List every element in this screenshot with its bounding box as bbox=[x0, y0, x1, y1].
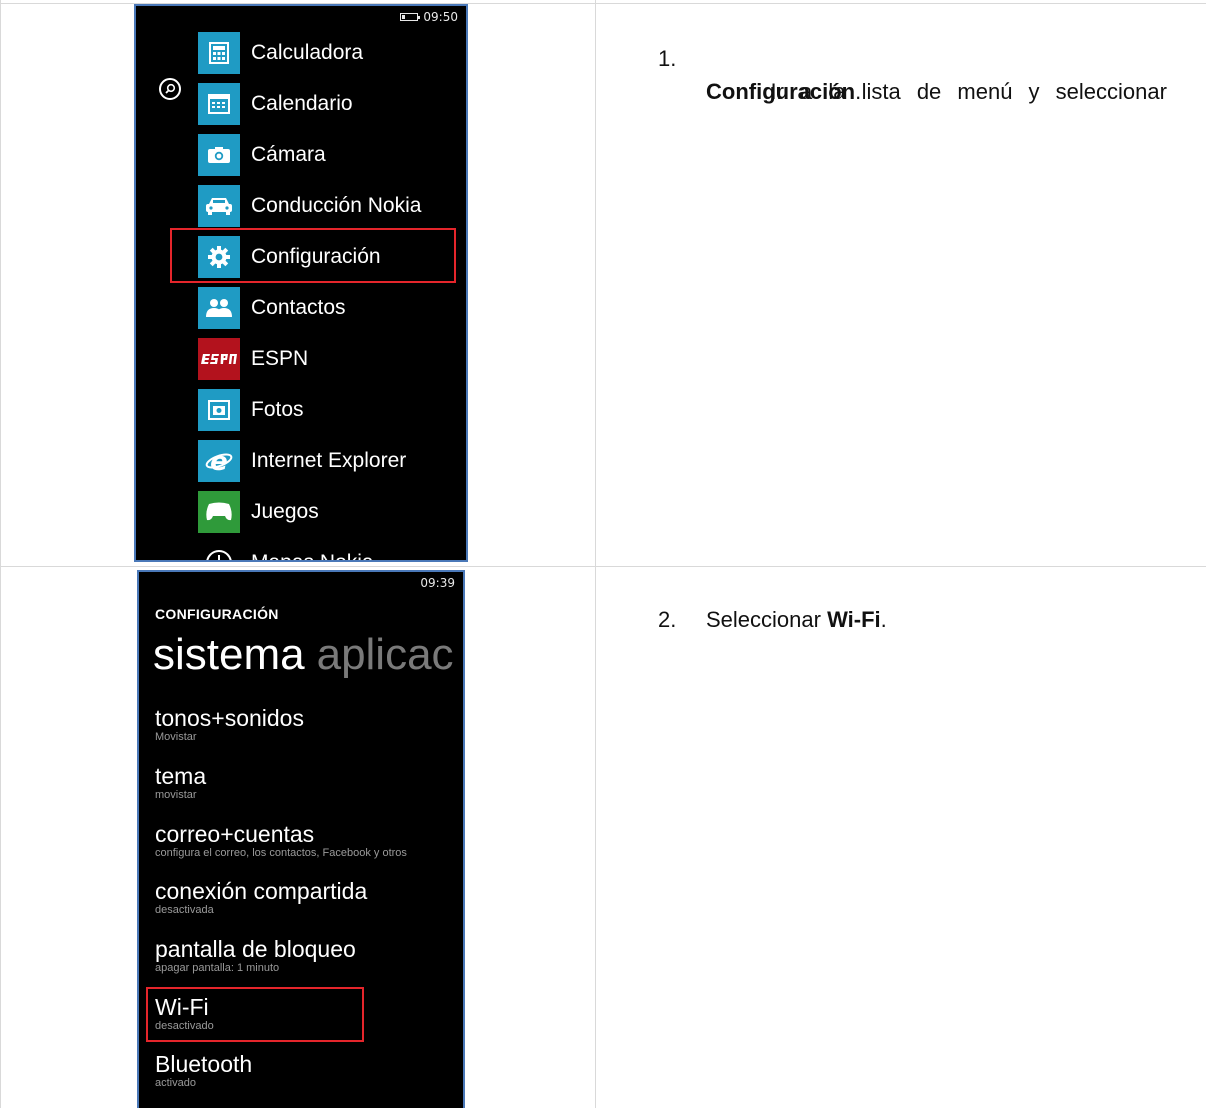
app-label: Cámara bbox=[251, 143, 326, 166]
app-label: Contactos bbox=[251, 296, 346, 319]
step-number: 1. bbox=[658, 46, 677, 71]
setting-subtitle: configura el correo, los contactos, Face… bbox=[155, 847, 407, 859]
app-item-mapas-nokia[interactable]: Mapas Nokia bbox=[198, 542, 374, 560]
step-text-line2: Configuración. bbox=[706, 75, 861, 108]
step-text: Seleccionar Wi-Fi. bbox=[706, 603, 887, 636]
status-bar: 09:50 bbox=[400, 10, 458, 24]
search-icon[interactable] bbox=[159, 78, 181, 100]
calculator-icon bbox=[198, 32, 240, 74]
step-bold-term: Configuración bbox=[706, 79, 856, 104]
app-item-fotos[interactable]: Fotos bbox=[198, 389, 304, 431]
highlight-configuracion bbox=[170, 228, 456, 283]
table-column-divider bbox=[595, 0, 596, 1108]
setting-title: Bluetooth bbox=[155, 1051, 253, 1077]
people-icon bbox=[198, 287, 240, 329]
table-row-divider bbox=[0, 566, 1206, 567]
step-number: 2. bbox=[658, 607, 677, 632]
setting-title: correo+cuentas bbox=[155, 821, 315, 847]
svg-text:e: e bbox=[210, 448, 228, 474]
calendar-icon bbox=[198, 83, 240, 125]
setting-bluetooth[interactable]: Bluetooth activado bbox=[155, 1051, 252, 1090]
setting-title: tema bbox=[155, 763, 207, 789]
step-punctuation: . bbox=[855, 79, 862, 104]
photos-icon bbox=[198, 389, 240, 431]
app-label: Internet Explorer bbox=[251, 449, 407, 472]
step-punctuation: . bbox=[880, 607, 887, 632]
setting-subtitle: apagar pantalla: 1 minuto bbox=[155, 962, 280, 974]
app-item-contactos[interactable]: Contactos bbox=[198, 287, 346, 329]
setting-subtitle: movistar bbox=[155, 789, 197, 801]
step-bold-term: Wi-Fi bbox=[827, 607, 881, 632]
app-label: ESPN bbox=[251, 347, 309, 370]
maps-icon bbox=[198, 542, 240, 560]
xbox-games-icon bbox=[198, 491, 240, 533]
app-label: Calendario bbox=[251, 92, 353, 115]
app-label: Fotos bbox=[251, 398, 304, 421]
car-icon bbox=[198, 185, 240, 227]
camera-icon bbox=[198, 134, 240, 176]
setting-pantalla-de-bloqueo[interactable]: pantalla de bloqueo apagar pantalla: 1 m… bbox=[155, 936, 356, 975]
espn-icon bbox=[198, 338, 240, 380]
setting-title: tonos+sonidos bbox=[155, 705, 304, 731]
app-item-camara[interactable]: Cámara bbox=[198, 134, 326, 176]
battery-icon bbox=[400, 13, 421, 21]
app-item-juegos[interactable]: Juegos bbox=[198, 491, 319, 533]
step-text-before: Seleccionar bbox=[706, 607, 828, 632]
setting-subtitle: activado bbox=[155, 1077, 196, 1089]
pivot-header: sistema aplicac bbox=[153, 630, 454, 680]
setting-tema[interactable]: tema movistar bbox=[155, 763, 206, 802]
setting-tonos-sonidos[interactable]: tonos+sonidos Movistar bbox=[155, 705, 304, 744]
status-time: 09:50 bbox=[423, 10, 458, 24]
settings-header: CONFIGURACIÓN bbox=[155, 606, 279, 622]
app-item-calculadora[interactable]: Calculadora bbox=[198, 32, 363, 74]
app-label: Mapas Nokia bbox=[251, 551, 374, 560]
phone-screen-settings: 09:39 CONFIGURACIÓN sistema aplicac tonos… bbox=[137, 570, 465, 1108]
highlight-wifi bbox=[146, 987, 364, 1042]
setting-title: conexión compartida bbox=[155, 878, 368, 904]
setting-correo-cuentas[interactable]: correo+cuentas configura el correo, los … bbox=[155, 821, 407, 860]
app-label: Juegos bbox=[251, 500, 319, 523]
setting-title: pantalla de bloqueo bbox=[155, 936, 356, 962]
pivot-tab-aplicaciones[interactable]: aplicac bbox=[317, 630, 454, 679]
app-item-espn[interactable]: ESPN bbox=[198, 338, 308, 380]
status-time: 09:39 bbox=[420, 576, 455, 590]
setting-subtitle: Movistar bbox=[155, 731, 197, 743]
phone-screen-app-list: 09:50 Calculadora Calendario Cámara Cond… bbox=[134, 4, 468, 562]
setting-conexion-compartida[interactable]: conexión compartida desactivada bbox=[155, 878, 367, 917]
internet-explorer-icon: e bbox=[198, 440, 240, 482]
app-item-calendario[interactable]: Calendario bbox=[198, 83, 353, 125]
app-item-conduccion-nokia[interactable]: Conducción Nokia bbox=[198, 185, 421, 227]
status-bar: 09:39 bbox=[420, 576, 455, 590]
pivot-tab-sistema[interactable]: sistema bbox=[153, 630, 305, 679]
app-label: Conducción Nokia bbox=[251, 194, 422, 217]
table-border-left bbox=[0, 0, 1, 1108]
setting-subtitle: desactivada bbox=[155, 904, 214, 916]
app-item-internet-explorer[interactable]: e Internet Explorer bbox=[198, 440, 406, 482]
app-label: Calculadora bbox=[251, 41, 364, 64]
